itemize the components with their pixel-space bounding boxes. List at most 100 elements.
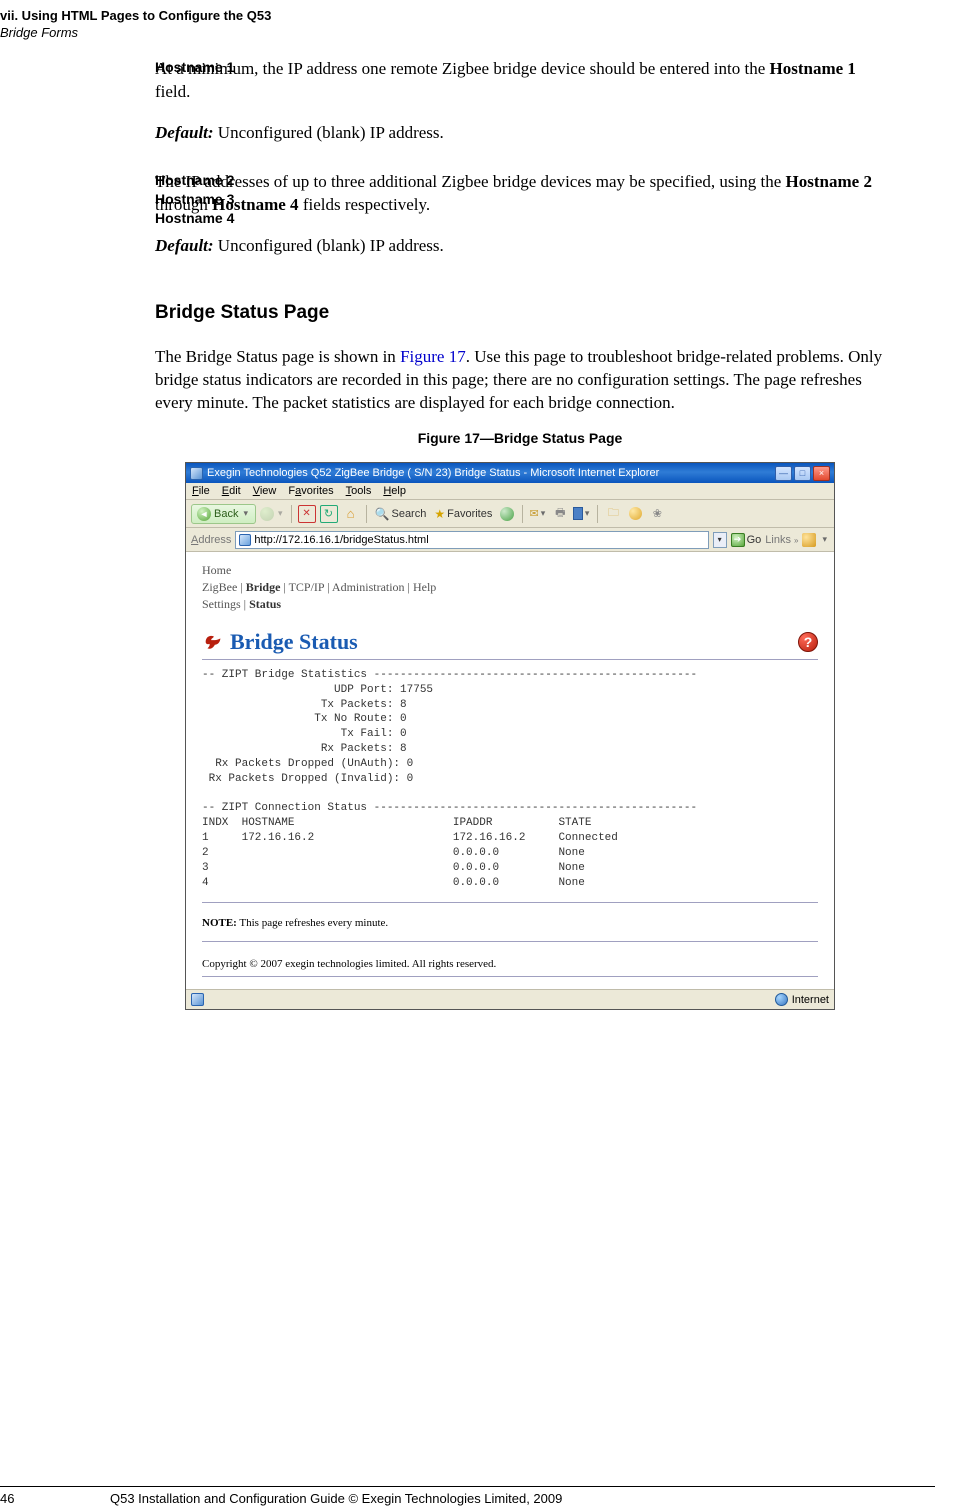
- back-label: Back: [214, 508, 238, 520]
- page-title-row: Bridge Status ?: [202, 629, 818, 655]
- refresh-button[interactable]: ↻: [320, 505, 338, 523]
- label-row: Hostname 3: [155, 190, 305, 209]
- address-label: Address: [191, 534, 231, 546]
- hostname234-label: Hostname 2 Hostname 3 Hostname 4: [155, 171, 305, 228]
- section-heading: Bridge Status Page: [155, 302, 885, 324]
- page-title: Bridge Status: [230, 629, 358, 655]
- page-number: 46: [0, 1491, 40, 1506]
- print-button[interactable]: 🖶: [551, 505, 569, 523]
- text-span: fields respectively.: [299, 195, 431, 214]
- note-label: NOTE:: [202, 917, 237, 929]
- internet-zone-label: Internet: [792, 994, 829, 1006]
- back-button[interactable]: ◄ Back ▾: [191, 504, 256, 524]
- favorites-button[interactable]: ★Favorites: [432, 505, 494, 523]
- text-span: The Bridge Status page is shown in: [155, 347, 400, 366]
- close-button[interactable]: ×: [813, 466, 830, 481]
- page-footer: 46 Q53 Installation and Configuration Gu…: [0, 1486, 935, 1506]
- divider: [202, 659, 818, 660]
- divider: [202, 941, 818, 942]
- stop-button[interactable]: ✕: [298, 505, 316, 523]
- separator: [291, 505, 292, 523]
- history-button[interactable]: [498, 505, 516, 523]
- menu-view[interactable]: View: [253, 485, 277, 497]
- chevron-down-icon: ▾: [820, 534, 829, 545]
- toolbar: ◄ Back ▾ ▾ ✕ ↻ ⌂ 🔍Search ★Favorites ✉▾: [186, 500, 834, 528]
- favorites-label: Favorites: [447, 508, 492, 520]
- hostname1-label: Hostname 1: [155, 58, 305, 77]
- url-dropdown[interactable]: ▾: [713, 532, 727, 548]
- default-text: Unconfigured (blank) IP address.: [214, 123, 444, 142]
- separator: [597, 505, 598, 523]
- menu-help[interactable]: Help: [383, 485, 406, 497]
- menu-tools[interactable]: Tools: [346, 485, 372, 497]
- chapter-title: vii. Using HTML Pages to Configure the Q…: [0, 8, 271, 25]
- bold-span: Hostname 1: [770, 59, 856, 78]
- window-titlebar: Exegin Technologies Q52 ZigBee Bridge ( …: [186, 463, 834, 483]
- status-bar: Internet: [186, 989, 834, 1009]
- nav-text: Settings |: [202, 597, 249, 611]
- links-label[interactable]: Links »: [765, 534, 798, 546]
- divider: [202, 902, 818, 903]
- figure-link: Figure 17: [400, 347, 466, 366]
- window-title: Exegin Technologies Q52 ZigBee Bridge ( …: [207, 467, 659, 479]
- bold-span: Hostname 2: [786, 172, 872, 191]
- footer-text: Q53 Installation and Configuration Guide…: [40, 1491, 935, 1506]
- search-label: Search: [391, 508, 426, 520]
- misc-button[interactable]: ❀: [648, 505, 666, 523]
- separator: [366, 505, 367, 523]
- refresh-note: NOTE: This page refreshes every minute.: [202, 917, 818, 929]
- edit-button[interactable]: ▾: [573, 505, 591, 523]
- url-text: http://172.16.16.1/bridgeStatus.html: [254, 534, 704, 546]
- text-span: field.: [155, 82, 190, 101]
- menu-edit[interactable]: Edit: [222, 485, 241, 497]
- page-content: Home ZigBee | Bridge | TCP/IP | Administ…: [186, 552, 834, 989]
- figure-caption: Figure 17—Bridge Status Page: [155, 430, 885, 446]
- ie-icon: [190, 467, 203, 480]
- maximize-button[interactable]: □: [794, 466, 811, 481]
- ie-page-icon: [239, 534, 251, 546]
- nav-bridge: Bridge: [246, 580, 281, 594]
- norton-icon[interactable]: [802, 533, 816, 547]
- go-button[interactable]: ➔ Go: [731, 533, 762, 547]
- folder-button[interactable]: 🗀: [604, 505, 622, 523]
- bridge-stats-output: -- ZIPT Bridge Statistics --------------…: [202, 668, 818, 891]
- forward-button[interactable]: ▾: [260, 507, 285, 521]
- separator: [522, 505, 523, 523]
- home-button[interactable]: ⌂: [342, 505, 360, 523]
- minimize-button[interactable]: —: [775, 466, 792, 481]
- gecko-icon: [202, 632, 224, 652]
- help-icon[interactable]: ?: [798, 632, 818, 652]
- menubar: File Edit View Favorites Tools Help: [186, 483, 834, 500]
- nav-status: Status: [249, 597, 281, 611]
- figure-17: Exegin Technologies Q52 ZigBee Bridge ( …: [185, 462, 885, 1010]
- menu-favorites[interactable]: Favorites: [288, 485, 333, 497]
- menu-file[interactable]: File: [192, 485, 210, 497]
- window-controls: — □ ×: [775, 466, 830, 481]
- messenger-button[interactable]: [626, 505, 644, 523]
- nav-text: | TCP/IP | Administration | Help: [280, 580, 436, 594]
- label-row: Hostname 4: [155, 209, 305, 228]
- address-bar: Address http://172.16.16.1/bridgeStatus.…: [186, 528, 834, 552]
- go-icon: ➔: [731, 533, 745, 547]
- nav-home[interactable]: Home: [202, 562, 818, 579]
- nav-text: ZigBee |: [202, 580, 246, 594]
- divider: [202, 976, 818, 977]
- go-label: Go: [747, 534, 762, 546]
- default-text: Unconfigured (blank) IP address.: [214, 236, 444, 255]
- forward-dropdown-icon: ▾: [276, 508, 285, 519]
- bridge-status-paragraph: The Bridge Status page is shown in Figur…: [155, 346, 885, 415]
- default-label: Default:: [155, 236, 214, 255]
- breadcrumb: Home ZigBee | Bridge | TCP/IP | Administ…: [202, 562, 818, 612]
- chevron-down-icon: ▾: [539, 508, 548, 519]
- label-row: Hostname 2: [155, 171, 305, 190]
- section-subtitle: Bridge Forms: [0, 25, 271, 42]
- mail-button[interactable]: ✉▾: [529, 505, 547, 523]
- copyright: Copyright © 2007 exegin technologies lim…: [202, 958, 818, 970]
- back-dropdown-icon: ▾: [241, 508, 250, 519]
- running-header: vii. Using HTML Pages to Configure the Q…: [0, 8, 271, 42]
- search-button[interactable]: 🔍Search: [373, 505, 429, 523]
- browser-window: Exegin Technologies Q52 ZigBee Bridge ( …: [185, 462, 835, 1010]
- internet-zone-icon: [775, 993, 788, 1006]
- ie-status-icon: [191, 993, 204, 1006]
- url-input[interactable]: http://172.16.16.1/bridgeStatus.html: [235, 531, 708, 549]
